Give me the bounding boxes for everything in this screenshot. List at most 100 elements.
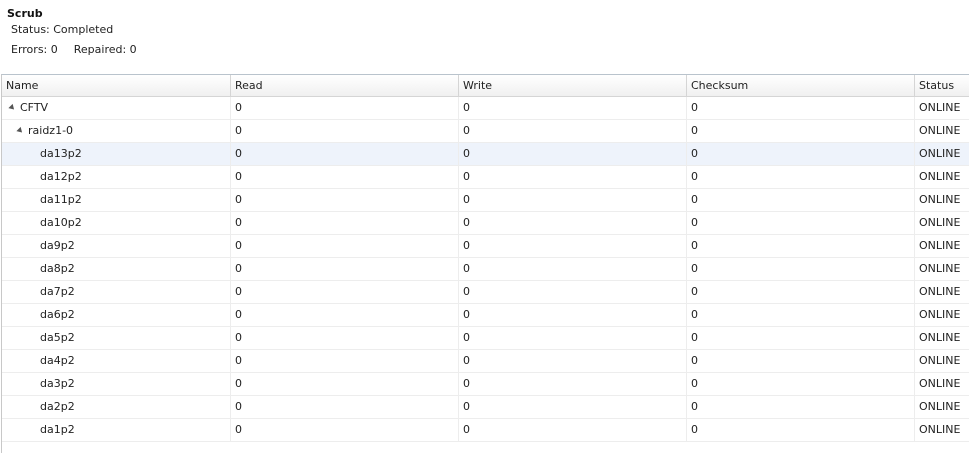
tree-row[interactable]: da7p2 0 0 0 ONLINE [2, 281, 969, 304]
cell-name: da7p2 [2, 281, 231, 303]
cell-checksum: 0 [687, 419, 915, 441]
cell-checksum: 0 [687, 212, 915, 234]
cell-status: ONLINE [919, 147, 961, 160]
row-name: da5p2 [40, 331, 75, 344]
cell-read: 0 [231, 373, 459, 395]
tree-row[interactable]: da3p2 0 0 0 ONLINE [2, 373, 969, 396]
cell-name: da2p2 [2, 396, 231, 418]
pool-status-tree-grid: Name Read Write Checksum Status CFTV 0 0 0 O… [1, 74, 969, 453]
row-name: da7p2 [40, 285, 75, 298]
collapse-triangle-icon[interactable] [8, 103, 17, 112]
tree-row[interactable]: da2p2 0 0 0 ONLINE [2, 396, 969, 419]
row-name: da13p2 [40, 147, 82, 160]
cell-name: raidz1-0 [2, 120, 231, 142]
row-name: da9p2 [40, 239, 75, 252]
cell-checksum: 0 [687, 235, 915, 257]
cell-read: 0 [231, 166, 459, 188]
scrub-panel: Scrub Status: Completed Errors: 0 Repaire… [0, 0, 969, 73]
cell-checksum: 0 [687, 327, 915, 349]
cell-status: ONLINE [919, 262, 961, 275]
cell-checksum: 0 [687, 373, 915, 395]
tree-row[interactable]: da6p2 0 0 0 ONLINE [2, 304, 969, 327]
cell-status: ONLINE [919, 285, 961, 298]
cell-name: da3p2 [2, 373, 231, 395]
tree-row[interactable]: da12p2 0 0 0 ONLINE [2, 166, 969, 189]
cell-read: 0 [231, 396, 459, 418]
scrub-counts: Errors: 0 Repaired: 0 [11, 43, 137, 56]
cell-write: 0 [459, 120, 687, 142]
row-name: da6p2 [40, 308, 75, 321]
cell-checksum: 0 [687, 166, 915, 188]
column-header-read[interactable]: Read [231, 75, 459, 96]
column-header-checksum[interactable]: Checksum [687, 75, 915, 96]
cell-status: ONLINE [919, 170, 961, 183]
cell-write: 0 [459, 327, 687, 349]
cell-read: 0 [231, 189, 459, 211]
cell-checksum: 0 [687, 304, 915, 326]
collapse-triangle-icon[interactable] [16, 126, 25, 135]
cell-checksum: 0 [687, 258, 915, 280]
cell-read: 0 [231, 97, 459, 119]
tree-row[interactable]: da9p2 0 0 0 ONLINE [2, 235, 969, 258]
tree-row[interactable]: da8p2 0 0 0 ONLINE [2, 258, 969, 281]
cell-read: 0 [231, 281, 459, 303]
cell-name: da13p2 [2, 143, 231, 165]
cell-status: ONLINE [919, 377, 961, 390]
cell-write: 0 [459, 97, 687, 119]
tree-row[interactable]: da4p2 0 0 0 ONLINE [2, 350, 969, 373]
cell-status: ONLINE [919, 101, 961, 114]
cell-name: da5p2 [2, 327, 231, 349]
cell-write: 0 [459, 419, 687, 441]
cell-write: 0 [459, 304, 687, 326]
cell-status: ONLINE [919, 423, 961, 436]
column-header-write[interactable]: Write [459, 75, 687, 96]
row-name: raidz1-0 [28, 124, 74, 137]
cell-status: ONLINE [919, 124, 961, 137]
cell-name: da10p2 [2, 212, 231, 234]
cell-checksum: 0 [687, 97, 915, 119]
tree-row[interactable]: da10p2 0 0 0 ONLINE [2, 212, 969, 235]
cell-checksum: 0 [687, 189, 915, 211]
cell-write: 0 [459, 258, 687, 280]
row-name: da10p2 [40, 216, 82, 229]
scrub-status: Status: Completed [11, 23, 114, 36]
tree-row[interactable]: raidz1-0 0 0 0 ONLINE [2, 120, 969, 143]
tree-row[interactable]: da13p2 0 0 0 ONLINE [2, 143, 969, 166]
cell-name: da9p2 [2, 235, 231, 257]
cell-write: 0 [459, 166, 687, 188]
cell-read: 0 [231, 419, 459, 441]
cell-read: 0 [231, 327, 459, 349]
cell-write: 0 [459, 143, 687, 165]
cell-status: ONLINE [919, 193, 961, 206]
scrub-title: Scrub [7, 7, 43, 20]
cell-checksum: 0 [687, 143, 915, 165]
tree-row[interactable]: da11p2 0 0 0 ONLINE [2, 189, 969, 212]
cell-name: CFTV [2, 97, 231, 119]
scrub-repaired: Repaired: 0 [73, 43, 137, 56]
cell-status: ONLINE [919, 239, 961, 252]
cell-write: 0 [459, 189, 687, 211]
cell-read: 0 [231, 350, 459, 372]
cell-status: ONLINE [919, 354, 961, 367]
column-header-status[interactable]: Status [915, 75, 969, 96]
tree-row[interactable]: da1p2 0 0 0 ONLINE [2, 419, 969, 442]
cell-name: da12p2 [2, 166, 231, 188]
row-name: da11p2 [40, 193, 82, 206]
cell-read: 0 [231, 212, 459, 234]
tree-row[interactable]: da5p2 0 0 0 ONLINE [2, 327, 969, 350]
cell-name: da4p2 [2, 350, 231, 372]
tree-row[interactable]: CFTV 0 0 0 ONLINE [2, 97, 969, 120]
cell-read: 0 [231, 304, 459, 326]
cell-name: da8p2 [2, 258, 231, 280]
cell-write: 0 [459, 212, 687, 234]
cell-write: 0 [459, 350, 687, 372]
cell-read: 0 [231, 235, 459, 257]
row-name: da4p2 [40, 354, 75, 367]
cell-status: ONLINE [919, 400, 961, 413]
row-name: CFTV [20, 101, 49, 114]
column-header-name[interactable]: Name [2, 75, 231, 96]
cell-write: 0 [459, 396, 687, 418]
row-name: da2p2 [40, 400, 75, 413]
cell-read: 0 [231, 120, 459, 142]
row-name: da12p2 [40, 170, 82, 183]
